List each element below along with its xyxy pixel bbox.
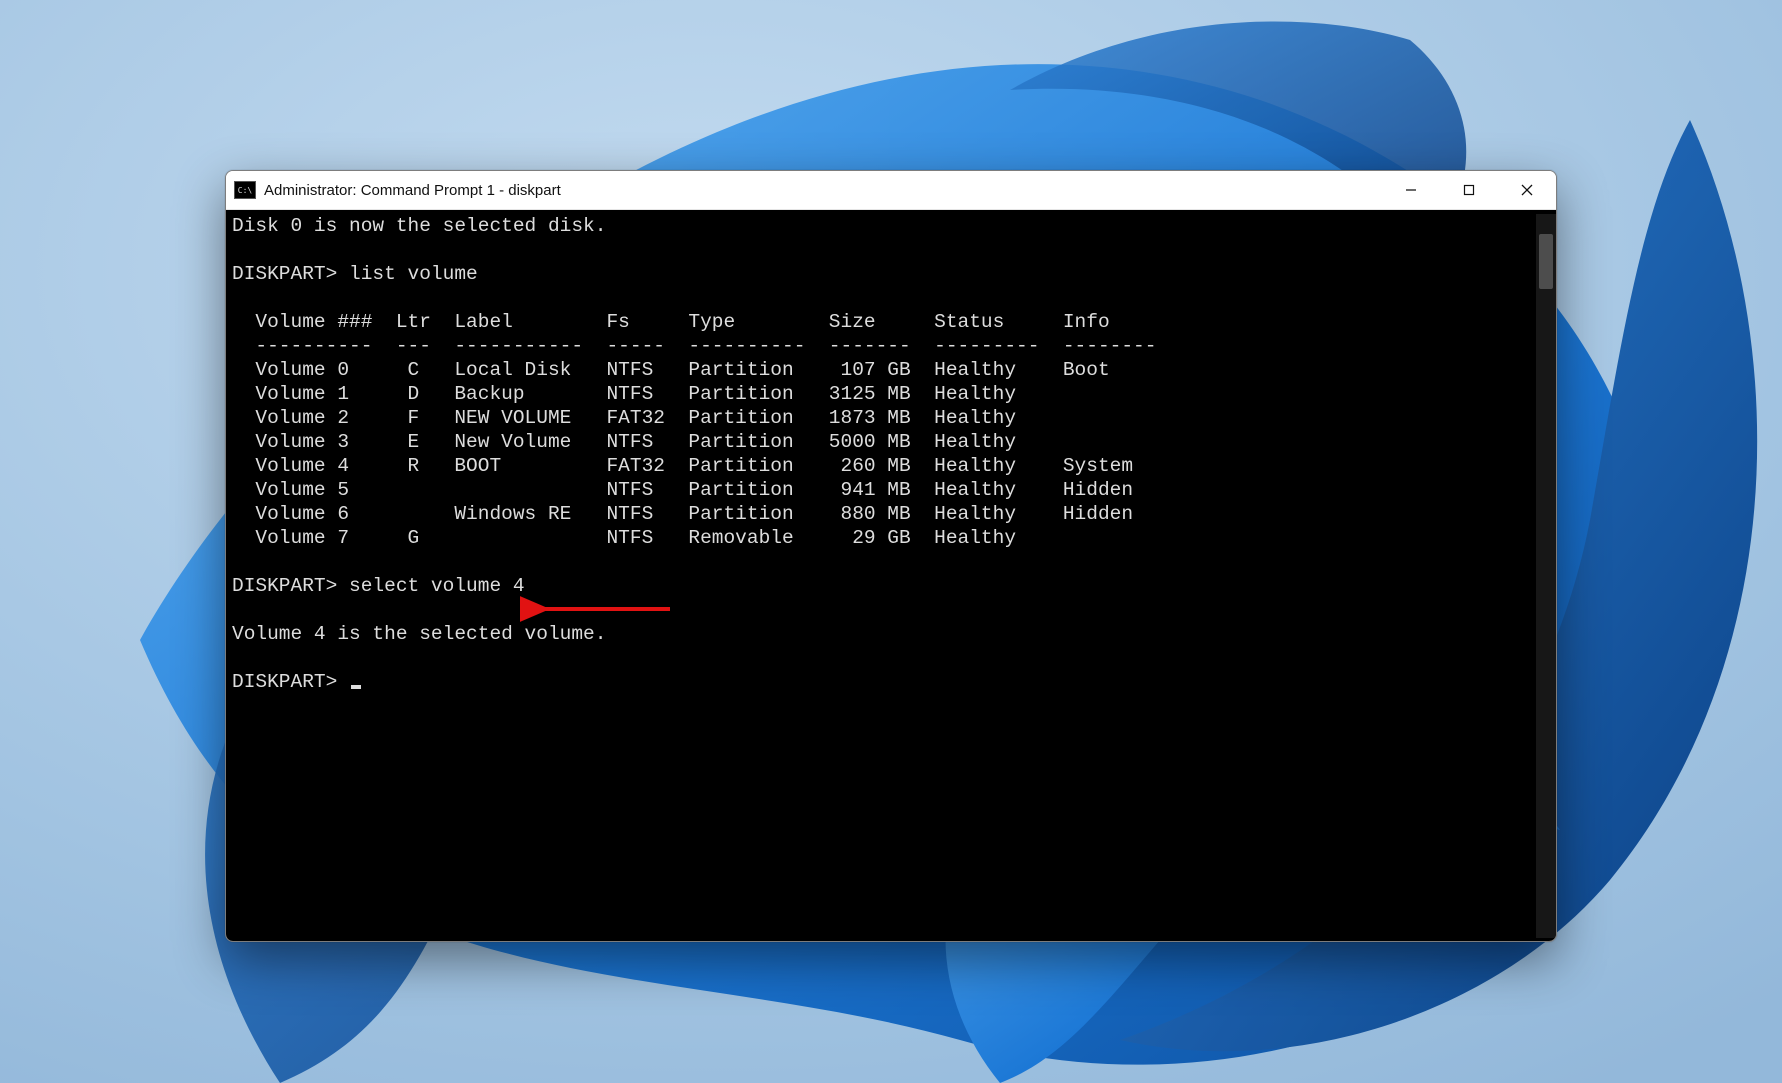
close-button[interactable] xyxy=(1498,171,1556,209)
window-controls xyxy=(1382,171,1556,209)
cmd-icon: C:\ xyxy=(234,181,256,199)
terminal-area[interactable]: Disk 0 is now the selected disk. DISKPAR… xyxy=(226,210,1556,942)
maximize-button[interactable] xyxy=(1440,171,1498,209)
titlebar-left: C:\ Administrator: Command Prompt 1 - di… xyxy=(226,181,561,199)
scrollbar[interactable] xyxy=(1536,214,1556,938)
titlebar[interactable]: C:\ Administrator: Command Prompt 1 - di… xyxy=(226,171,1556,210)
cursor xyxy=(351,685,361,689)
scroll-thumb[interactable] xyxy=(1539,234,1553,289)
desktop: C:\ Administrator: Command Prompt 1 - di… xyxy=(0,0,1782,1083)
terminal-output[interactable]: Disk 0 is now the selected disk. DISKPAR… xyxy=(232,214,1536,938)
window-title: Administrator: Command Prompt 1 - diskpa… xyxy=(264,182,561,199)
minimize-button[interactable] xyxy=(1382,171,1440,209)
command-prompt-window[interactable]: C:\ Administrator: Command Prompt 1 - di… xyxy=(225,170,1557,942)
